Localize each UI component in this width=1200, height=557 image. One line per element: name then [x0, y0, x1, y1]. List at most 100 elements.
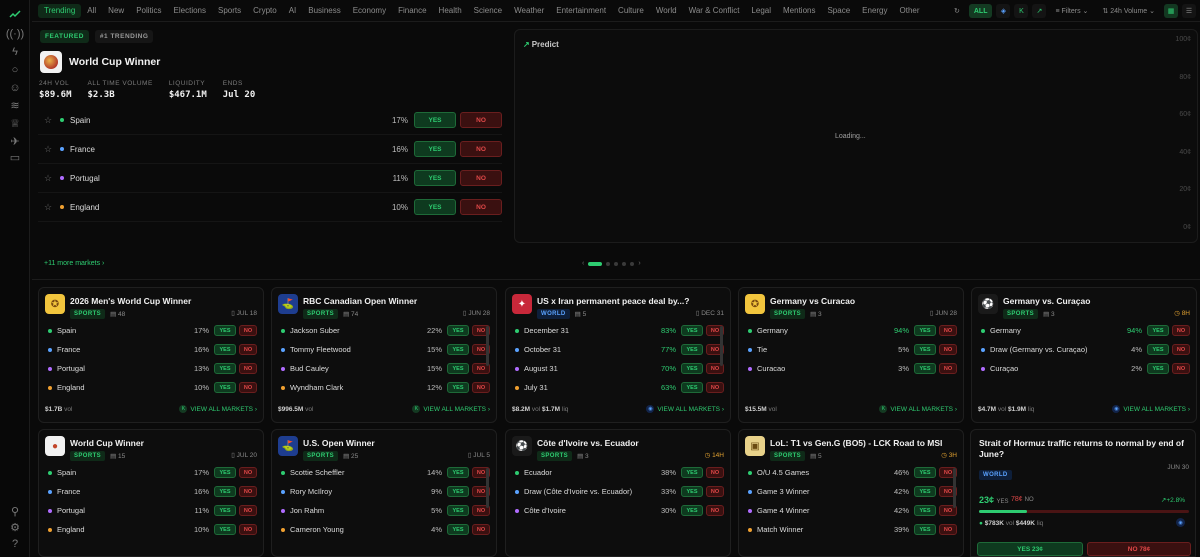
no-button[interactable]: NO: [1172, 344, 1190, 355]
market-card[interactable]: ✪ 2026 Men's World Cup Winner SPORTS ▤ 48 ▯ …: [38, 287, 264, 423]
outcome-row[interactable]: Jon Rahm 5% YES NO: [278, 501, 490, 520]
yes-button[interactable]: YES: [447, 382, 469, 393]
lightning-icon[interactable]: ϟ: [7, 44, 23, 60]
outcome-row[interactable]: Tie 5% YES NO: [745, 340, 957, 359]
yes-button[interactable]: YES: [447, 524, 469, 535]
featured-title[interactable]: World Cup Winner: [69, 56, 160, 68]
platform-trend-icon[interactable]: ↗: [1032, 4, 1047, 18]
pager-dot[interactable]: [622, 261, 627, 266]
tab-finance[interactable]: Finance: [392, 0, 432, 22]
no-button[interactable]: NO: [706, 467, 724, 478]
card-title[interactable]: US x Iran permanent peace deal by...?: [537, 296, 689, 306]
yes-button[interactable]: YES: [414, 141, 456, 157]
scrollbar[interactable]: [953, 468, 956, 508]
no-button[interactable]: NO: [239, 505, 257, 516]
tab-culture[interactable]: Culture: [612, 0, 650, 22]
card-title[interactable]: LoL: T1 vs Gen.G (BO5) - LCK Road to MSI: [770, 438, 942, 448]
yes-button[interactable]: YES: [214, 524, 236, 535]
outcome-row[interactable]: Curacao 3% YES NO: [745, 359, 957, 378]
tab-mentions[interactable]: Mentions: [777, 0, 821, 22]
market-card-hormuz[interactable]: Strait of Hormuz traffic returns to norm…: [970, 429, 1196, 557]
no-button[interactable]: NO: [239, 382, 257, 393]
card-title[interactable]: RBC Canadian Open Winner: [303, 296, 417, 306]
market-card[interactable]: ⛳ U.S. Open Winner SPORTS ▤ 25 ▯ JUL 5 Scotti…: [271, 429, 497, 557]
outcome-row[interactable]: Portugal 13% YES NO: [45, 359, 257, 378]
yes-button[interactable]: YES: [214, 325, 236, 336]
outcome-row[interactable]: August 31 70% YES NO: [512, 359, 724, 378]
star-icon[interactable]: ☆: [40, 202, 56, 213]
yes-button[interactable]: YES: [681, 344, 703, 355]
view-all-markets-link[interactable]: K VIEW ALL MARKETS ›: [879, 405, 957, 413]
yes-button[interactable]: YES: [214, 382, 236, 393]
yes-button[interactable]: YES: [447, 505, 469, 516]
tab-elections[interactable]: Elections: [168, 0, 212, 22]
tab-war-conflict[interactable]: War & Conflict: [683, 0, 746, 22]
circle-icon[interactable]: ○: [7, 62, 23, 78]
yes-button[interactable]: YES: [414, 112, 456, 128]
market-card[interactable]: ✦ US x Iran permanent peace deal by...? WO…: [505, 287, 731, 423]
yes-button[interactable]: YES: [681, 505, 703, 516]
outcome-row[interactable]: Draw (Germany vs. Curaçao) 4% YES NO: [978, 340, 1190, 359]
outcome-row[interactable]: Game 3 Winner 42% YES NO: [745, 482, 957, 501]
yes-button[interactable]: YES: [447, 344, 469, 355]
tab-world[interactable]: World: [650, 0, 683, 22]
no-button[interactable]: NO: [460, 112, 502, 128]
outcome-row[interactable]: Jackson Suber 22% YES NO: [278, 321, 490, 340]
card-title[interactable]: U.S. Open Winner: [303, 438, 375, 448]
yes-button[interactable]: YES: [447, 325, 469, 336]
no-button[interactable]: NO: [1172, 363, 1190, 374]
market-card[interactable]: ⛳ RBC Canadian Open Winner SPORTS ▤ 74 ▯ JUN…: [271, 287, 497, 423]
tab-science[interactable]: Science: [468, 0, 508, 22]
tab-legal[interactable]: Legal: [745, 0, 777, 22]
tab-business[interactable]: Business: [302, 0, 346, 22]
tab-entertainment[interactable]: Entertainment: [550, 0, 612, 22]
grid-view-icon[interactable]: ▦: [1164, 4, 1178, 18]
view-all-markets-link[interactable]: ◉ VIEW ALL MARKETS ›: [1112, 405, 1190, 413]
card-title[interactable]: Germany vs. Curaçao: [1003, 296, 1090, 306]
outcome-row[interactable]: Germany 94% YES NO: [745, 321, 957, 340]
pager-dot[interactable]: [630, 261, 635, 266]
outcome-row[interactable]: Wyndham Clark 12% YES NO: [278, 378, 490, 397]
card-title[interactable]: 2026 Men's World Cup Winner: [70, 296, 191, 306]
trophy-icon[interactable]: ♕: [7, 116, 23, 132]
market-card[interactable]: ⚽ Germany vs. Curaçao SPORTS ▤ 3 ◷ 8H Germany…: [971, 287, 1197, 423]
outcome-row[interactable]: October 31 77% YES NO: [512, 340, 724, 359]
tab-weather[interactable]: Weather: [508, 0, 550, 22]
trending-icon[interactable]: [7, 6, 23, 22]
yes-button[interactable]: YES: [214, 486, 236, 497]
pager-dot[interactable]: [606, 261, 611, 266]
market-row[interactable]: ☆ England 10% YES NO: [38, 193, 502, 222]
pager-dot[interactable]: [614, 261, 619, 266]
platform-k-icon[interactable]: K: [1014, 4, 1029, 18]
no-button[interactable]: NO: [939, 363, 957, 374]
outcome-row[interactable]: France 16% YES NO: [45, 340, 257, 359]
star-icon[interactable]: ☆: [40, 115, 56, 126]
no-button[interactable]: NO: [939, 344, 957, 355]
outcome-row[interactable]: Tommy Fleetwood 15% YES NO: [278, 340, 490, 359]
no-button[interactable]: NO: [460, 199, 502, 215]
no-button[interactable]: NO: [706, 486, 724, 497]
scrollbar[interactable]: [720, 326, 723, 366]
market-row[interactable]: ☆ Spain 17% YES NO: [38, 106, 502, 135]
outcome-row[interactable]: Draw (Côte d'Ivoire vs. Ecuador) 33% YES NO: [512, 482, 724, 501]
next-arrow-icon[interactable]: ›: [638, 260, 640, 267]
yes-button[interactable]: YES: [681, 382, 703, 393]
yes-button[interactable]: YES: [914, 486, 936, 497]
market-card[interactable]: ✪ Germany vs Curacao SPORTS ▤ 3 ▯ JUN 28 Germ…: [738, 287, 964, 423]
no-button[interactable]: NO: [460, 141, 502, 157]
market-row[interactable]: ☆ Portugal 11% YES NO: [38, 164, 502, 193]
outcome-row[interactable]: Spain 17% YES NO: [45, 463, 257, 482]
yes-button[interactable]: YES: [414, 199, 456, 215]
live-icon[interactable]: ((·)): [6, 26, 24, 42]
no-button[interactable]: NO: [460, 170, 502, 186]
yes-button[interactable]: YES: [914, 524, 936, 535]
yes-button[interactable]: YES: [447, 486, 469, 497]
card-title[interactable]: World Cup Winner: [70, 438, 144, 448]
tab-health[interactable]: Health: [433, 0, 468, 22]
help-icon[interactable]: ?: [7, 536, 23, 552]
user-icon[interactable]: ⚲: [7, 504, 23, 520]
gear-icon[interactable]: ⚙: [7, 520, 23, 536]
folder-icon[interactable]: ▭: [7, 150, 23, 166]
tab-crypto[interactable]: Crypto: [247, 0, 283, 22]
card-title[interactable]: Strait of Hormuz traffic returns to norm…: [979, 438, 1191, 460]
